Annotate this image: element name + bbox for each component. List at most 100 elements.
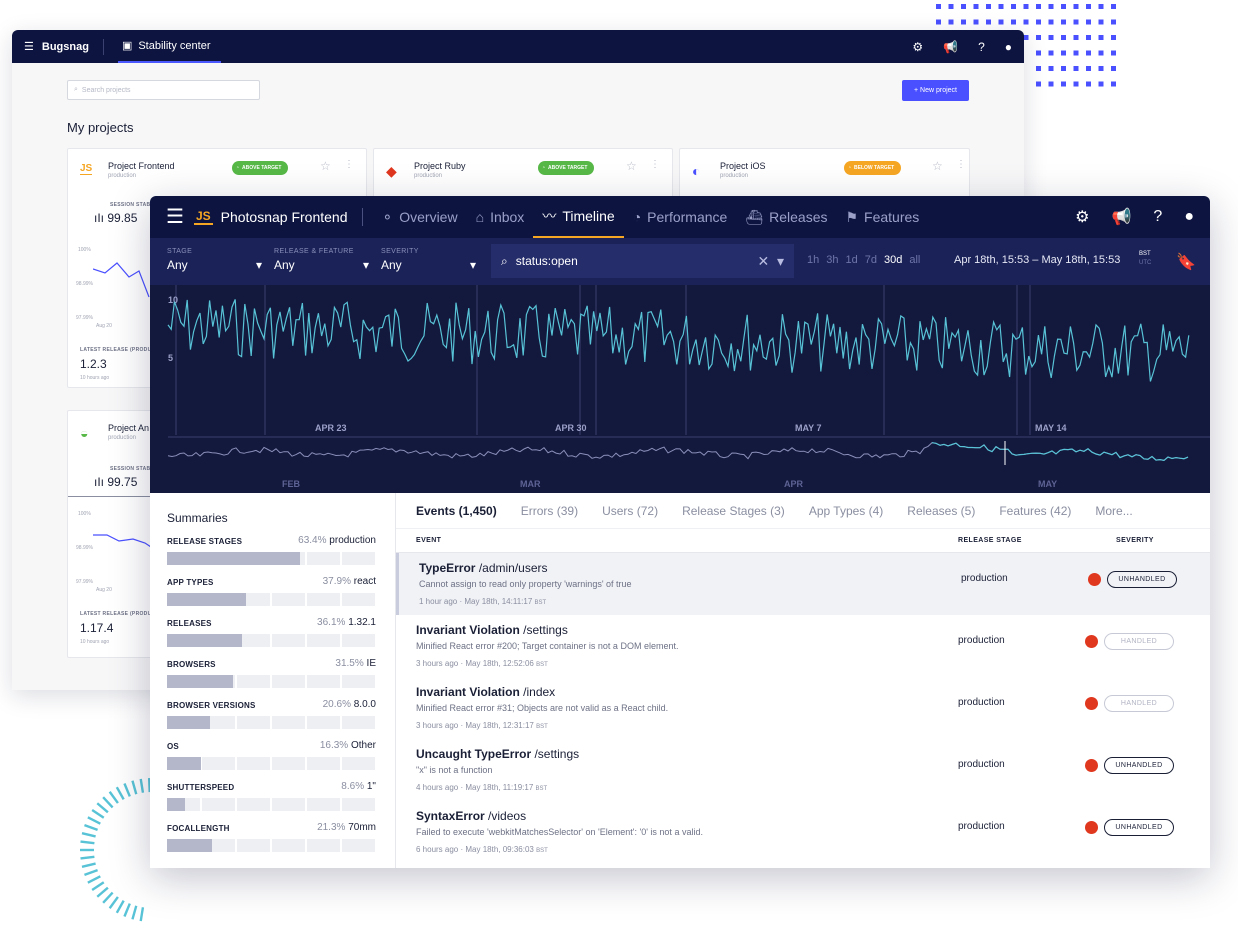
event-row[interactable]: Uncaught TypeError /settings "x" is not a…	[396, 739, 1210, 801]
event-tab[interactable]: Releases (5)	[907, 504, 975, 518]
dot	[1061, 35, 1066, 40]
ring-tick	[80, 840, 95, 845]
summary-row[interactable]: OS 16.3% Other	[167, 740, 376, 770]
timeline-chart[interactable]: 10 5 APR 23 APR 30 MAY 7 MAY 14 FEB MAR APR MAY	[150, 285, 1210, 493]
project-name: Project Ruby	[414, 161, 466, 171]
project-search-input[interactable]: ⌕ Search projects	[67, 80, 260, 100]
announcements-icon[interactable]: 📢	[943, 40, 958, 54]
tab-inbox[interactable]: ⌂ Inbox	[467, 196, 534, 238]
project-env: production	[108, 173, 137, 179]
summary-row[interactable]: RELEASE STAGES 63.4% production	[167, 535, 376, 565]
event-tab[interactable]: More...	[1095, 504, 1132, 518]
time-range-selector: 1h 3h 1d 7d 30d all	[807, 254, 920, 266]
star-icon[interactable]: ☆	[626, 159, 637, 173]
x-tick-label: APR 23	[315, 423, 347, 433]
search-input[interactable]: ⌕ status:open ✕ ▾	[491, 244, 794, 278]
project-env: production	[414, 173, 443, 179]
section-label: Stability center	[138, 39, 211, 52]
features-icon: ⚑	[845, 208, 859, 225]
date-range[interactable]: Apr 18th, 15:53 – May 18th, 15:53	[954, 254, 1120, 266]
event-row[interactable]: SyntaxError /videos Failed to execute 'we…	[396, 801, 1210, 863]
my-projects-heading: My projects	[67, 120, 134, 135]
project-name[interactable]: Photosnap Frontend	[221, 209, 348, 225]
ring-tick	[139, 778, 145, 793]
range-option-all[interactable]: all	[909, 254, 920, 266]
y-tick-label: 10	[168, 295, 178, 305]
axis-mid: 98.99%	[76, 545, 93, 551]
clear-icon[interactable]: ✕ ▾	[757, 253, 784, 270]
col-release-stage: RELEASE STAGE	[958, 537, 1022, 544]
android-icon: ◒	[80, 425, 89, 441]
event-tab[interactable]: Events (1,450)	[416, 504, 497, 518]
stability-center-tab[interactable]: ▣ Stability center	[117, 30, 221, 63]
ring-tick	[115, 786, 125, 800]
timezone-toggle[interactable]: BST UTC	[1139, 250, 1151, 268]
new-project-button[interactable]: + New project	[902, 80, 969, 101]
user-icon[interactable]: ●	[1005, 40, 1012, 54]
summary-row[interactable]: SHUTTERSPEED 8.6% 1"	[167, 781, 376, 811]
release-feature-filter[interactable]: RELEASE & FEATURE Any ▾	[274, 248, 369, 272]
tab-performance[interactable]: ◔ Performance	[624, 196, 737, 238]
event-row[interactable]: Invariant Violation /settings Minified Re…	[396, 615, 1210, 677]
ring-tick	[80, 855, 95, 860]
event-row[interactable]: Invariant Violation /index Minified React…	[396, 677, 1210, 739]
tab-releases[interactable]: ⛴ Releases	[736, 196, 836, 238]
tab-overview[interactable]: ⚬ Overview	[373, 196, 467, 238]
dot	[1098, 35, 1104, 40]
menu-icon[interactable]: ☰	[166, 207, 184, 227]
severity-filter-value: Any	[381, 258, 402, 272]
star-icon[interactable]: ☆	[932, 159, 943, 173]
event-tab[interactable]: Release Stages (3)	[682, 504, 785, 518]
summary-row[interactable]: FOCALLENGTH 21.3% 70mm	[167, 822, 376, 852]
summary-row[interactable]: APP TYPES 37.9% react	[167, 576, 376, 606]
event-tab[interactable]: Users (72)	[602, 504, 658, 518]
range-option-3h[interactable]: 3h	[826, 254, 838, 266]
dot	[1048, 50, 1054, 56]
performance-icon: ◔	[632, 209, 642, 225]
inbox-icon: ⌂	[475, 209, 485, 225]
more-icon[interactable]: ⋮	[650, 159, 660, 170]
x-tick-label: MAY 7	[795, 423, 822, 433]
bookmark-icon[interactable]: 🔖	[1176, 252, 1196, 272]
range-option-7d[interactable]: 7d	[865, 254, 877, 266]
dot	[1023, 35, 1029, 40]
range-option-1d[interactable]: 1d	[846, 254, 858, 266]
severity-badge: HANDLED	[1104, 695, 1174, 712]
gear-icon[interactable]: ⚙	[912, 40, 923, 54]
menu-icon[interactable]: ☰	[24, 40, 34, 53]
summary-row[interactable]: BROWSERS 31.5% IE	[167, 658, 376, 688]
tab-features[interactable]: ⚑ Features	[836, 196, 928, 238]
more-icon[interactable]: ⋮	[956, 159, 966, 170]
help-icon[interactable]: ?	[1153, 208, 1162, 226]
range-option-1h[interactable]: 1h	[807, 254, 819, 266]
ring-tick	[123, 783, 131, 797]
severity-filter[interactable]: SEVERITY Any ▾	[381, 248, 476, 272]
event-tab[interactable]: App Types (4)	[809, 504, 883, 518]
summary-row[interactable]: RELEASES 36.1% 1.32.1	[167, 617, 376, 647]
dot	[998, 19, 1004, 25]
tab-timeline[interactable]: 〰 Timeline	[533, 196, 624, 238]
user-icon[interactable]: ●	[1184, 208, 1194, 226]
ring-tick	[87, 875, 101, 884]
event-title: Uncaught TypeError /settings	[416, 747, 580, 761]
gear-icon[interactable]: ⚙	[1075, 207, 1089, 227]
summary-row[interactable]: BROWSER VERSIONS 20.6% 8.0.0	[167, 699, 376, 729]
announcements-icon[interactable]: 📢	[1112, 207, 1132, 227]
event-tab[interactable]: Features (42)	[999, 504, 1071, 518]
session-label: SESSION STAB	[110, 466, 151, 472]
dot	[1023, 4, 1029, 9]
summary-bar	[167, 593, 376, 606]
stage-filter[interactable]: STAGE Any ▾	[167, 248, 262, 272]
event-tabs: Events (1,450) Errors (39) Users (72) Relea…	[396, 493, 1210, 529]
event-message: Minified React error #31; Objects are no…	[416, 703, 669, 713]
release-filter-label: RELEASE & FEATURE	[274, 248, 354, 255]
event-tab[interactable]: Errors (39)	[521, 504, 578, 518]
range-option-30d[interactable]: 30d	[884, 254, 902, 266]
star-icon[interactable]: ☆	[320, 159, 331, 173]
event-row[interactable]: TypeError /admin/users Cannot assign to r…	[396, 553, 1210, 615]
dot	[1086, 19, 1091, 25]
severity-badge: HANDLED	[1104, 633, 1174, 650]
dot	[1061, 19, 1066, 25]
more-icon[interactable]: ⋮	[344, 159, 354, 170]
help-icon[interactable]: ?	[978, 40, 985, 54]
